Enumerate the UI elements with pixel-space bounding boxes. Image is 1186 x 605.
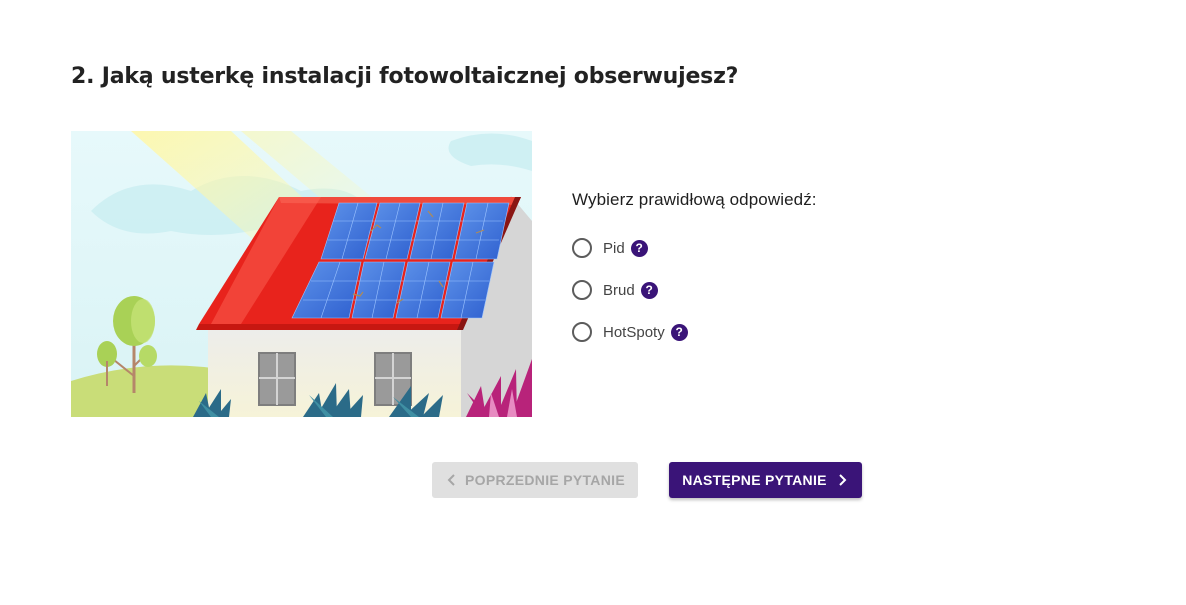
answers-panel: Wybierz prawidłową odpowiedź: Pid ? Brud… xyxy=(572,190,817,353)
chevron-left-icon xyxy=(447,474,455,486)
previous-question-label: POPRZEDNIE PYTANIE xyxy=(465,472,625,488)
option-pid[interactable]: Pid ? xyxy=(572,227,817,269)
question-title: 2. Jaką usterkę instalacji fotowoltaiczn… xyxy=(71,64,739,89)
next-question-label: NASTĘPNE PYTANIE xyxy=(682,472,827,488)
radio-button[interactable] xyxy=(572,322,592,342)
option-label: HotSpoty xyxy=(603,323,665,341)
quiz-page: 2. Jaką usterkę instalacji fotowoltaiczn… xyxy=(0,0,1186,605)
chevron-right-icon xyxy=(839,474,847,486)
radio-button[interactable] xyxy=(572,238,592,258)
question-mark-icon[interactable]: ? xyxy=(630,239,648,257)
previous-question-button[interactable]: POPRZEDNIE PYTANIE xyxy=(432,462,638,498)
question-mark-icon[interactable]: ? xyxy=(640,281,658,299)
solar-house-illustration xyxy=(71,131,532,417)
option-label: Brud xyxy=(603,281,635,299)
option-label: Pid xyxy=(603,239,625,257)
answers-prompt: Wybierz prawidłową odpowiedź: xyxy=(572,190,817,209)
option-brud[interactable]: Brud ? xyxy=(572,269,817,311)
option-hotspoty[interactable]: HotSpoty ? xyxy=(572,311,817,353)
question-mark-icon[interactable]: ? xyxy=(670,323,688,341)
next-question-button[interactable]: NASTĘPNE PYTANIE xyxy=(669,462,862,498)
radio-button[interactable] xyxy=(572,280,592,300)
